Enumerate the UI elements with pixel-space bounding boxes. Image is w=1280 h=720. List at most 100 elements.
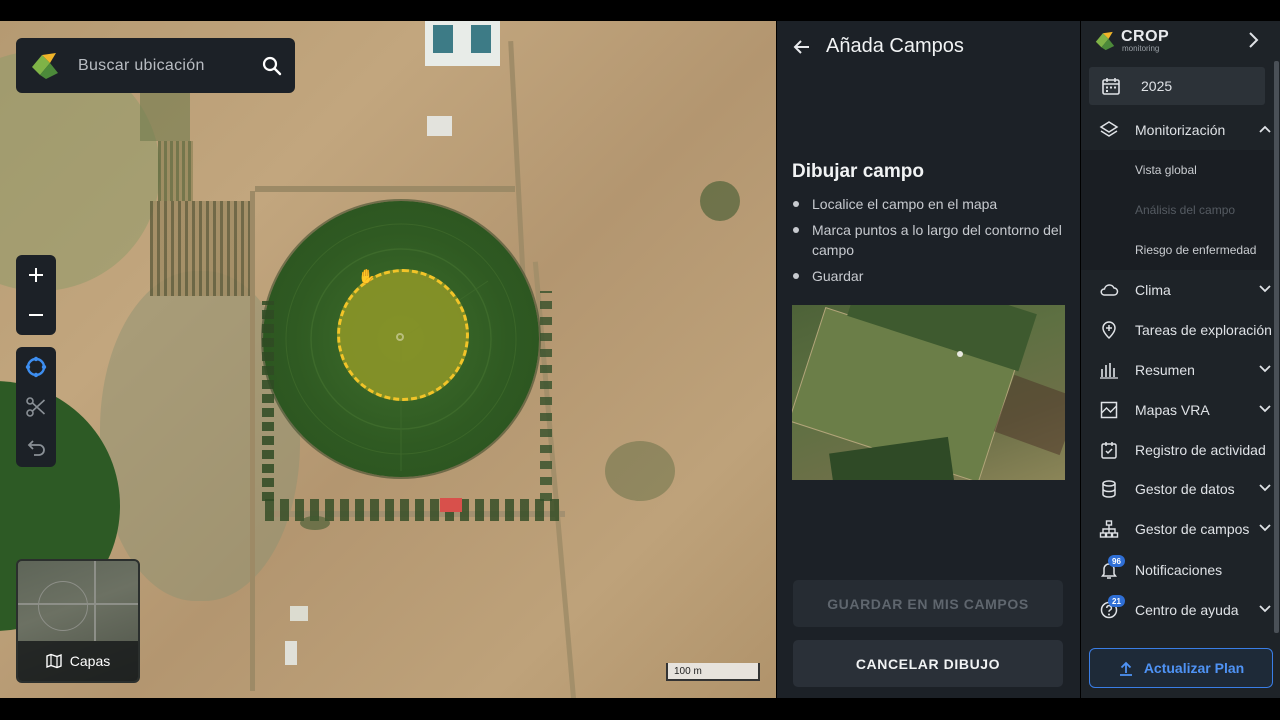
layers-label: Capas	[69, 653, 111, 669]
bar-chart-icon	[1100, 363, 1118, 379]
scissors-icon	[26, 397, 46, 417]
sidebar-item-label: Gestor de datos	[1135, 481, 1235, 497]
sidebar-item-registro-actividad[interactable]: Registro de actividad	[1081, 430, 1274, 470]
instruction-step: Guardar	[792, 266, 1067, 286]
sidebar-subitem-analisis-campo: Análisis del campo	[1081, 190, 1274, 230]
draw-polygon-button[interactable]	[16, 347, 56, 387]
crop-monitoring-logo-icon	[32, 52, 58, 79]
help-count-badge: 21	[1108, 595, 1125, 607]
sidebar-item-label: Notificaciones	[1135, 562, 1223, 578]
map-vegetation	[300, 516, 330, 530]
polygon-draw-icon	[25, 356, 47, 378]
instruction-step: Localice el campo en el mapa	[792, 194, 1067, 214]
cloud-icon	[1100, 284, 1119, 296]
save-to-fields-button[interactable]: GUARDAR EN MIS CAMPOS	[793, 580, 1063, 627]
sidebar-item-label: Clima	[1135, 282, 1171, 298]
sidebar-item-notificaciones[interactable]: 96 Notificaciones	[1081, 550, 1274, 590]
map-building	[425, 21, 500, 66]
sidebar-item-tareas[interactable]: Tareas de exploración	[1081, 310, 1274, 350]
drawn-field-center	[396, 333, 404, 341]
brand-name: CROP	[1121, 28, 1170, 45]
map-orchard	[150, 201, 250, 296]
map-road	[255, 186, 515, 192]
layers-bar: Capas	[18, 641, 138, 681]
hand-cursor-icon: ✋	[358, 268, 376, 284]
zoom-controls	[16, 255, 56, 335]
zoom-in-button[interactable]	[16, 255, 56, 295]
map-field	[140, 91, 190, 141]
cut-button[interactable]	[16, 387, 56, 427]
map-icon	[46, 653, 62, 669]
back-arrow-icon[interactable]	[792, 37, 812, 57]
hierarchy-icon	[1099, 520, 1119, 538]
season-selector[interactable]: 2025	[1089, 67, 1265, 105]
chevron-down-icon	[1259, 484, 1271, 492]
section-title: Dibujar campo	[792, 161, 924, 182]
sidebar-item-label: Registro de actividad	[1135, 442, 1266, 458]
instruction-preview-image	[792, 305, 1065, 480]
undo-button[interactable]	[16, 427, 56, 467]
chevron-down-icon	[1259, 524, 1271, 532]
sidebar-item-label: Monitorización	[1135, 122, 1226, 138]
map-scale: 100 m	[666, 663, 760, 681]
chevron-down-icon	[1259, 365, 1271, 373]
map-building	[440, 498, 462, 512]
sidebar-item-gestor-campos[interactable]: Gestor de campos	[1081, 509, 1274, 549]
search-input[interactable]: Buscar ubicación	[78, 57, 261, 75]
sidebar-item-label: Tareas de exploración	[1135, 322, 1272, 338]
map-vegetation	[605, 441, 675, 501]
notification-count-badge: 96	[1108, 555, 1125, 567]
upgrade-plan-button[interactable]: Actualizar Plan	[1089, 648, 1273, 688]
chevron-down-icon	[1259, 405, 1271, 413]
brand-logo[interactable]: CROP monitoring	[1093, 29, 1169, 53]
sidebar-item-label: Gestor de campos	[1135, 521, 1250, 537]
vra-map-icon	[1100, 401, 1118, 419]
undo-icon	[27, 440, 45, 456]
map-road	[250, 191, 255, 691]
panel-header: Añada Campos	[792, 35, 964, 58]
chevron-up-icon	[1259, 125, 1271, 133]
add-fields-panel: Añada Campos Dibujar campo Localice el c…	[777, 21, 1080, 698]
sidebar-item-gestor-datos[interactable]: Gestor de datos	[1081, 469, 1274, 509]
chevron-right-icon[interactable]	[1246, 31, 1260, 49]
cancel-drawing-button[interactable]: CANCELAR DIBUJO	[793, 640, 1063, 687]
sidebar-item-label: Resumen	[1135, 362, 1195, 378]
sidebar-item-resumen[interactable]: Resumen	[1081, 350, 1274, 390]
pin-plus-icon	[1102, 321, 1116, 340]
map-building	[290, 606, 308, 621]
calendar-check-icon	[1101, 442, 1117, 459]
sidebar-subitem-riesgo-enfermedad[interactable]: Riesgo de enfermedad	[1081, 230, 1274, 270]
map-building	[427, 116, 452, 136]
layers-icon	[1099, 121, 1119, 137]
map-orchard	[158, 141, 193, 201]
main-sidebar: CROP monitoring 2025 Monitorización Vist…	[1081, 21, 1280, 698]
zoom-out-button[interactable]	[16, 295, 56, 335]
satellite-map[interactable]: ✋ Buscar ubicación Capas 100 m	[0, 21, 776, 698]
search-icon[interactable]	[261, 55, 283, 77]
sidebar-item-clima[interactable]: Clima	[1081, 270, 1274, 310]
map-vegetation	[700, 181, 740, 221]
database-icon	[1102, 480, 1116, 498]
instruction-list: Localice el campo en el mapa Marca punto…	[792, 194, 1067, 292]
map-tree-line	[262, 301, 274, 501]
sidebar-item-label: Centro de ayuda	[1135, 602, 1239, 618]
sidebar-item-centro-ayuda[interactable]: 21 Centro de ayuda	[1081, 590, 1274, 630]
brand-subtitle: monitoring	[1122, 44, 1160, 53]
instruction-step: Marca puntos a lo largo del contorno del…	[792, 220, 1067, 260]
panel-title: Añada Campos	[826, 35, 964, 57]
sidebar-scrollbar[interactable]	[1274, 61, 1279, 633]
map-tree-line	[540, 291, 552, 501]
minus-icon	[29, 314, 43, 316]
drawing-tools	[16, 347, 56, 467]
sidebar-item-label: Mapas VRA	[1135, 402, 1210, 418]
chevron-down-icon	[1259, 285, 1271, 293]
layers-button[interactable]: Capas	[16, 559, 140, 683]
sidebar-header: CROP monitoring	[1081, 21, 1280, 61]
sidebar-item-mapas-vra[interactable]: Mapas VRA	[1081, 390, 1274, 430]
location-search-bar[interactable]: Buscar ubicación	[16, 38, 295, 93]
season-year: 2025	[1141, 78, 1173, 94]
upload-arrow-icon	[1119, 661, 1132, 676]
upgrade-plan-label: Actualizar Plan	[1143, 660, 1245, 676]
sidebar-item-monitorizacion[interactable]: Monitorización	[1081, 110, 1274, 150]
sidebar-subitem-vista-global[interactable]: Vista global	[1081, 150, 1274, 190]
